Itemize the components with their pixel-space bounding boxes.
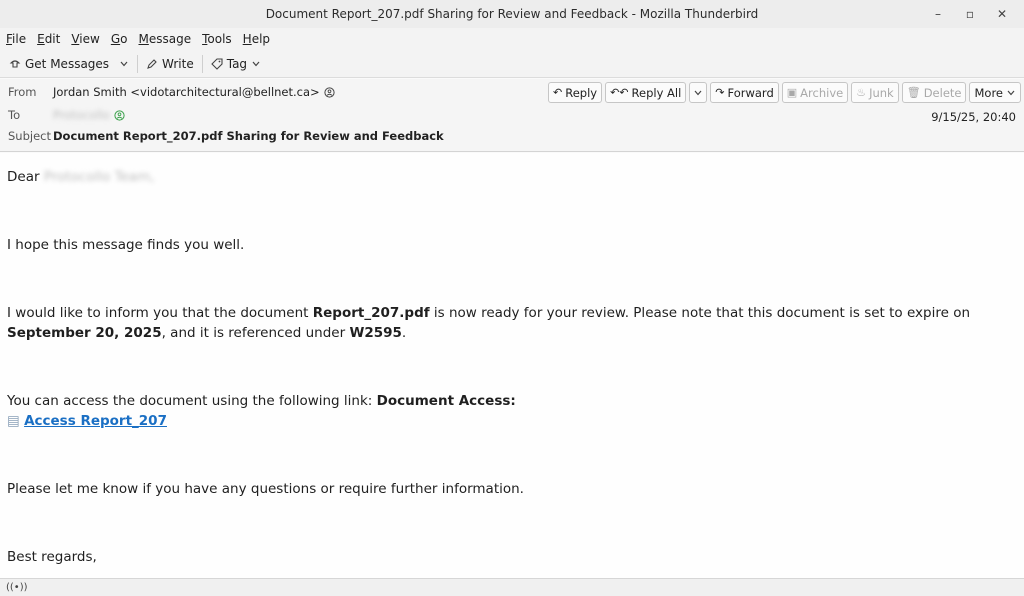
subject-value: Document Report_207.pdf Sharing for Revi… (53, 129, 444, 143)
menu-go[interactable]: Go (107, 32, 132, 46)
expiry-date: September 20, 2025 (7, 325, 162, 341)
tag-button[interactable]: Tag (206, 52, 266, 76)
main-toolbar: Get Messages Write Tag (0, 50, 1024, 78)
reply-icon: ↶ (553, 86, 563, 99)
chevron-down-icon (120, 61, 128, 66)
menu-view[interactable]: View (67, 32, 103, 46)
write-button[interactable]: Write (141, 52, 199, 76)
menu-file[interactable]: File (2, 32, 30, 46)
delete-label: Delete (923, 85, 962, 100)
chevron-down-icon (252, 61, 260, 66)
more-label: More (974, 85, 1003, 100)
body-paragraph-2: I would like to inform you that the docu… (7, 305, 971, 341)
greeting-name: Protocollo Team, (43, 169, 155, 185)
tag-label: Tag (226, 56, 248, 71)
close-icon[interactable]: ✕ (986, 2, 1018, 26)
reply-all-button[interactable]: ↶↶ Reply All (605, 82, 687, 103)
from-row: From Jordan Smith <vidotarchitectural@be… (8, 85, 335, 99)
message-header: From Jordan Smith <vidotarchitectural@be… (0, 79, 1024, 152)
archive-label: Archive (800, 85, 844, 100)
window-title: Document Report_207.pdf Sharing for Revi… (265, 7, 759, 21)
trash-icon: 🗑 (906, 86, 921, 99)
toolbar-separator (201, 54, 203, 73)
junk-label: Junk (869, 85, 894, 100)
get-messages-dropdown[interactable] (114, 52, 134, 76)
junk-icon: ♨ (856, 86, 867, 99)
to-label: To (8, 108, 21, 122)
access-report-link[interactable]: Access Report_207 (24, 413, 167, 429)
subject-row: Subject Document Report_207.pdf Sharing … (8, 129, 444, 143)
reply-all-label: Reply All (631, 85, 682, 100)
reply-label: Reply (565, 85, 598, 100)
message-body: Dear Protocollo Team, I hope this messag… (0, 153, 1024, 578)
junk-button[interactable]: ♨ Junk (851, 82, 899, 103)
subject-label: Subject (8, 129, 51, 143)
closing: Best regards, (7, 549, 97, 565)
window-controls: – ▫ ✕ (922, 0, 1018, 28)
forward-icon: ↷ (715, 86, 725, 99)
body-paragraph-3: You can access the document using the fo… (7, 393, 516, 409)
body-paragraph-4: Please let me know if you have any quest… (7, 481, 524, 497)
menu-message[interactable]: Message (134, 32, 195, 46)
menu-tools[interactable]: Tools (198, 32, 236, 46)
toolbar-separator (137, 54, 139, 73)
chevron-down-icon (1007, 90, 1015, 95)
forward-label: Forward (727, 85, 774, 100)
message-actions: ↶ Reply ↶↶ Reply All ↷ Forward ▣ Archive… (548, 82, 1021, 103)
delete-button[interactable]: 🗑 Delete (901, 82, 967, 103)
to-row: To Protocollo (8, 108, 125, 122)
write-label: Write (162, 56, 194, 71)
reply-all-icon: ↶↶ (610, 86, 629, 99)
contact-icon[interactable] (113, 109, 125, 121)
menu-edit[interactable]: Edit (33, 32, 64, 46)
chevron-down-icon (694, 90, 702, 95)
more-button[interactable]: More (969, 82, 1021, 103)
pencil-icon (147, 58, 157, 69)
forward-button[interactable]: ↷ Forward (710, 82, 779, 103)
menu-help[interactable]: Help (239, 32, 274, 46)
get-messages-button[interactable]: Get Messages (4, 52, 114, 76)
access-link-line: ▤ Access Report_207 (7, 411, 1017, 431)
document-access-label: Document Access: (376, 393, 516, 409)
status-bar: ((•)) (0, 578, 1024, 596)
from-label: From (8, 85, 37, 99)
menu-bar: File Edit View Go Message Tools Help (0, 28, 1024, 50)
contact-icon[interactable] (324, 86, 335, 98)
document-name: Report_207.pdf (312, 305, 430, 321)
window-titlebar: Document Report_207.pdf Sharing for Revi… (0, 0, 1024, 28)
download-icon (9, 59, 21, 68)
get-messages-label: Get Messages (25, 56, 110, 71)
reference-code: W2595 (349, 325, 402, 341)
archive-button[interactable]: ▣ Archive (781, 82, 849, 103)
to-value[interactable]: Protocollo (53, 108, 110, 122)
greeting: Dear Protocollo Team, (7, 167, 1017, 187)
reply-all-dropdown[interactable] (689, 82, 708, 103)
message-date: 9/15/25, 20:40 (931, 110, 1016, 124)
body-line-1: I hope this message finds you well. (7, 237, 245, 253)
minimize-icon[interactable]: – (922, 2, 954, 26)
archive-icon: ▣ (786, 86, 798, 99)
maximize-icon[interactable]: ▫ (954, 2, 986, 26)
reply-button[interactable]: ↶ Reply (548, 82, 603, 103)
from-value[interactable]: Jordan Smith <vidotarchitectural@bellnet… (53, 85, 320, 99)
connection-icon[interactable]: ((•)) (6, 582, 28, 593)
greeting-prefix: Dear (7, 169, 40, 185)
document-icon: ▤ (7, 413, 20, 429)
tag-icon (210, 57, 223, 70)
